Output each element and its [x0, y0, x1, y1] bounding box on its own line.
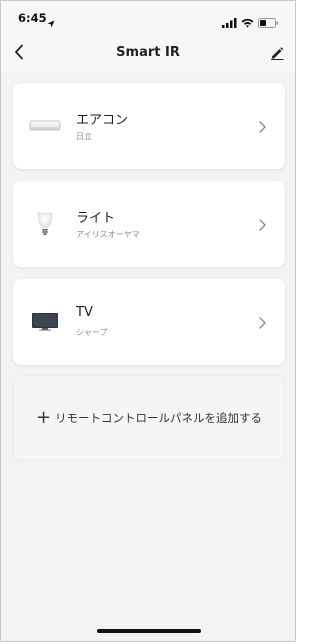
- status-time: 6:45: [18, 11, 47, 25]
- pencil-icon: [270, 45, 284, 64]
- page-title: Smart IR: [116, 45, 180, 60]
- edit-button[interactable]: [267, 43, 287, 65]
- chevron-right-icon: [257, 119, 267, 133]
- device-card-light[interactable]: ライト アイリスオーヤマ: [13, 181, 285, 267]
- chevron-right-icon: [257, 315, 267, 329]
- light-bulb-icon: [29, 208, 61, 240]
- device-brand: アイリスオーヤマ: [76, 230, 140, 239]
- add-remote-panel-button[interactable]: + リモートコントロールパネルを追加する: [13, 375, 285, 461]
- device-name: ライト: [76, 211, 116, 226]
- nav-bar: Smart IR: [1, 35, 295, 73]
- device-card-air-conditioner[interactable]: エアコン 日立: [13, 83, 285, 169]
- air-conditioner-icon: [29, 110, 61, 142]
- app-screen: 6:45 Smart IR エアコン 日立 ライト アイリスオーヤマ TV シャ…: [0, 0, 296, 642]
- add-remote-label: リモートコントロールパネルを追加する: [55, 411, 263, 425]
- device-brand: シャープ: [76, 328, 108, 337]
- chevron-right-icon: [257, 217, 267, 231]
- tv-icon: [29, 306, 61, 338]
- device-name: TV: [76, 305, 93, 320]
- signal-icon: [222, 13, 237, 32]
- home-indicator[interactable]: [97, 629, 201, 633]
- device-brand: 日立: [76, 132, 92, 141]
- battery-icon: [258, 13, 279, 32]
- device-card-tv[interactable]: TV シャープ: [13, 279, 285, 365]
- status-bar: 6:45: [1, 1, 295, 35]
- plus-icon: +: [35, 407, 52, 428]
- device-name: エアコン: [76, 113, 129, 128]
- location-arrow-icon: [47, 13, 55, 32]
- wifi-icon: [241, 13, 254, 32]
